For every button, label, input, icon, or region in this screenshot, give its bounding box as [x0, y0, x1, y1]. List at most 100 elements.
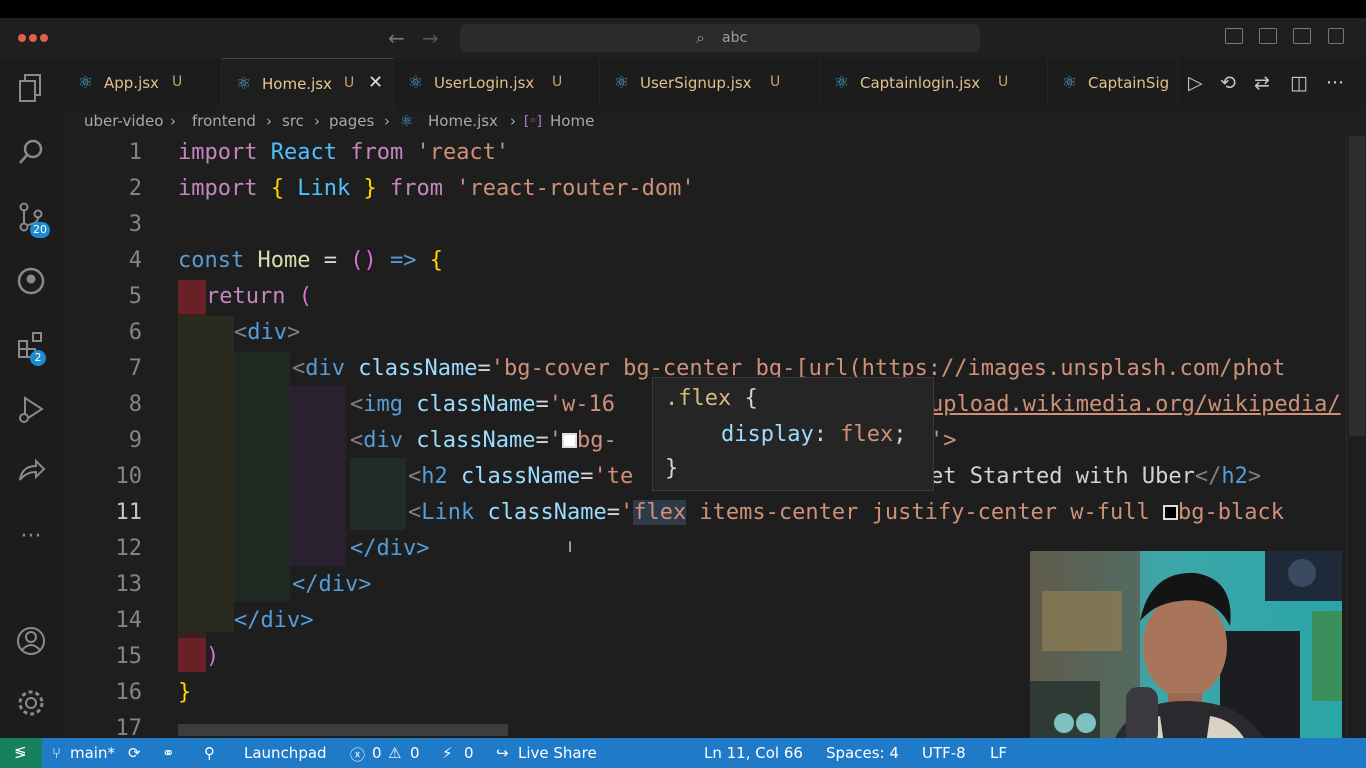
toggle-secondary-sidebar-icon[interactable] [1293, 28, 1311, 44]
sync-icon[interactable]: ⟳ [128, 744, 141, 762]
breadcrumb-item[interactable]: uber-video [84, 112, 163, 130]
branch-name[interactable]: main* [70, 744, 115, 762]
branch-icon: ⑂ [52, 744, 62, 762]
more-actions-icon[interactable]: ··· [1326, 72, 1344, 94]
end-of-line[interactable]: LF [990, 744, 1007, 762]
window-maximize-dot[interactable] [40, 34, 48, 42]
close-icon[interactable]: ✕ [368, 72, 383, 93]
window-minimize-dot[interactable] [29, 34, 37, 42]
indent-guide [234, 352, 262, 602]
live-share-label[interactable]: Live Share [518, 744, 597, 762]
indent-guide [290, 386, 318, 566]
error-icon: ⓧ [350, 746, 366, 764]
chevron-right-icon: › [170, 112, 176, 130]
color-swatch[interactable] [561, 433, 577, 448]
code-line-6: <div> [234, 320, 301, 345]
split-editor-icon[interactable]: ◫ [1290, 72, 1308, 94]
toggle-sidebar-icon[interactable] [1225, 28, 1243, 44]
line-number: 6 [128, 320, 142, 345]
back-arrow-icon[interactable]: ← [388, 26, 405, 50]
window-close-dot[interactable] [18, 34, 26, 42]
tab-captainlogin-jsx[interactable]: ⚛ Captainlogin.jsx U [820, 58, 1048, 108]
live-share-status-icon: ↪ [496, 744, 509, 762]
breadcrumb-item[interactable]: Home [550, 112, 594, 130]
title-bar: ← → ⌕ abc [0, 18, 1366, 58]
settings-gear-icon[interactable] [14, 686, 48, 720]
code-line-11: <Link className='flex items-center justi… [408, 500, 1284, 525]
code-line-9: <div className=' bg- [350, 428, 617, 453]
toggle-panel-icon[interactable] [1259, 28, 1277, 44]
breadcrumb-item[interactable]: src [282, 112, 304, 130]
github-icon[interactable] [14, 264, 48, 298]
tab-label: CaptainSig [1088, 74, 1170, 92]
customize-layout-icon[interactable] [1328, 28, 1344, 44]
tab-app-jsx[interactable]: ⚛ App.jsx U [64, 58, 222, 108]
horizontal-scrollbar[interactable] [178, 724, 508, 736]
code-line-15: ) [206, 644, 220, 669]
react-icon: ⚛ [1062, 73, 1078, 93]
line-number: 9 [128, 428, 142, 453]
code-line-10-tail: et Started with Uber</h2> [930, 464, 1262, 489]
search-icon: ⌕ [696, 28, 705, 47]
timeline-icon[interactable]: ⟲ [1220, 72, 1236, 94]
breadcrumb-item[interactable]: pages [329, 112, 374, 130]
react-icon: ⚛ [408, 73, 424, 93]
tab-label: Home.jsx [262, 75, 332, 93]
warning-count[interactable]: 0 [410, 744, 420, 762]
indentation[interactable]: Spaces: 4 [826, 744, 899, 762]
chevron-right-icon: › [510, 112, 516, 130]
line-number: 11 [115, 500, 143, 525]
extensions-badge: 2 [30, 350, 46, 366]
breadcrumb-item[interactable]: frontend [192, 112, 256, 130]
code-line-12: </div> [350, 536, 430, 561]
warning-icon: ⚠ [388, 744, 402, 762]
search-view-icon[interactable] [14, 136, 48, 170]
vertical-scrollbar[interactable] [1346, 136, 1366, 738]
error-count[interactable]: 0 [372, 744, 382, 762]
code-line-10: <h2 className='te [408, 464, 634, 489]
encoding[interactable]: UTF-8 [922, 744, 966, 762]
tab-untracked-badge: U [552, 74, 563, 90]
tab-home-jsx[interactable]: ⚛ Home.jsx U ✕ [222, 58, 394, 108]
color-swatch[interactable] [1163, 505, 1179, 520]
remote-indicator[interactable]: ≶ [0, 738, 42, 768]
search-text: abc [722, 30, 748, 46]
tab-untracked-badge: U [344, 75, 355, 91]
indent-guide [378, 458, 406, 530]
tab-captainsignup-jsx[interactable]: ⚛ CaptainSig [1048, 58, 1178, 108]
scrollbar-thumb[interactable] [1349, 136, 1365, 436]
text-cursor-icon: I [568, 540, 573, 556]
css-hover-tooltip: .flex { display: flex; } [652, 377, 934, 491]
line-number: 17 [115, 716, 143, 738]
forward-arrow-icon[interactable]: → [422, 26, 439, 50]
code-line-2: import { Link } from 'react-router-dom' [178, 176, 695, 201]
react-icon: ⚛ [236, 74, 252, 94]
line-number: 15 [115, 644, 143, 669]
launchpad-label[interactable]: Launchpad [244, 744, 327, 762]
line-number: 8 [128, 392, 142, 417]
explorer-icon[interactable] [14, 72, 48, 106]
tab-usersignup-jsx[interactable]: ⚛ UserSignup.jsx U [600, 58, 820, 108]
breadcrumb-item[interactable]: Home.jsx [428, 112, 498, 130]
bracket-highlight [178, 638, 206, 672]
code-line-5: return ( [206, 284, 312, 309]
live-share-icon[interactable] [14, 456, 48, 490]
cursor-position[interactable]: Ln 11, Col 66 [704, 744, 803, 762]
compare-changes-icon[interactable]: ⇄ [1254, 72, 1270, 94]
ports-count[interactable]: 0 [464, 744, 474, 762]
chevron-right-icon: › [384, 112, 390, 130]
webcam-overlay [1030, 551, 1342, 751]
chevron-right-icon: › [314, 112, 320, 130]
code-line-13: </div> [292, 572, 372, 597]
more-views-icon[interactable]: ··· [14, 520, 48, 554]
react-icon: ⚛ [400, 112, 414, 130]
indent-guide [206, 316, 234, 632]
line-number: 3 [128, 212, 142, 237]
bracket-highlight [178, 280, 206, 314]
accounts-icon[interactable] [14, 624, 48, 658]
run-file-icon[interactable]: ▷ [1188, 72, 1203, 94]
tab-userlogin-jsx[interactable]: ⚛ UserLogin.jsx U [394, 58, 600, 108]
git-graph-icon[interactable]: ⚭ [162, 744, 175, 762]
run-debug-icon[interactable] [14, 392, 48, 426]
command-center-search[interactable]: ⌕ abc [460, 24, 980, 52]
